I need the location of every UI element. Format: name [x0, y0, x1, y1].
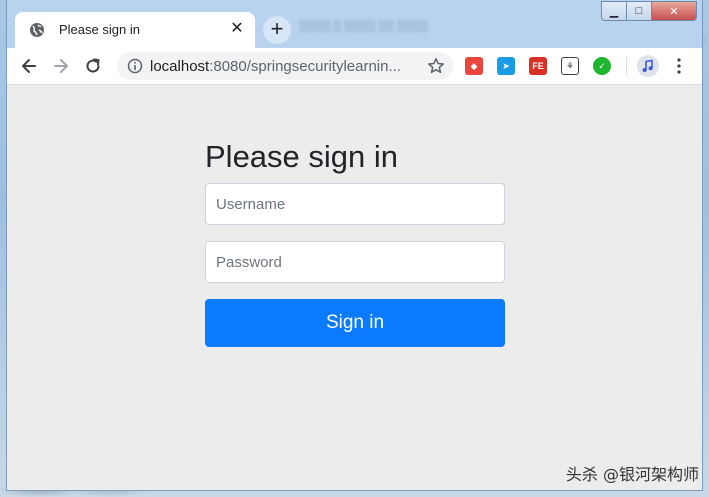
arrow-right-icon [54, 59, 68, 73]
paper-plane-extension-icon[interactable]: ➤ [497, 57, 515, 75]
address-bar[interactable]: localhost:8080/springsecuritylearnin... [117, 52, 453, 80]
username-field[interactable] [205, 183, 505, 225]
tab-please-sign-in[interactable]: Please sign in ✕ [15, 12, 255, 48]
profile-avatar[interactable] [637, 55, 659, 77]
background-window-blur: ▒▒▒▒ ▒ ▒▒▒▒ ▒▒ ▒▒▒▒ [299, 20, 429, 32]
tab-title: Please sign in [59, 22, 140, 37]
url-path: :8080/springsecuritylearnin... [209, 58, 401, 75]
browser-toolbar: localhost:8080/springsecuritylearnin... … [7, 48, 702, 85]
globe-icon [30, 23, 44, 37]
fe-extension-icon[interactable]: FE [529, 57, 547, 75]
info-icon[interactable] [127, 58, 143, 74]
browser-menu-button[interactable] [671, 55, 687, 77]
minimize-button[interactable]: ▁ [601, 1, 627, 21]
forward-button[interactable] [49, 54, 73, 78]
new-tab-button[interactable]: + [263, 16, 291, 44]
kebab-menu-icon [677, 58, 681, 74]
close-window-button[interactable]: ✕ [652, 1, 697, 21]
page-title: Please sign in [205, 139, 399, 174]
star-icon[interactable] [427, 57, 445, 75]
music-note-icon [642, 59, 653, 72]
back-button[interactable] [17, 54, 41, 78]
window-controls: ▁ □ ✕ [601, 1, 699, 21]
check-extension-icon[interactable]: ✓ [593, 57, 611, 75]
puzzle-extension-icon[interactable]: ⚘ [561, 57, 579, 75]
tab-strip: Please sign in ✕ + ▒▒▒▒ ▒ ▒▒▒▒ ▒▒ ▒▒▒▒ ▁… [7, 0, 702, 48]
url-text[interactable]: localhost:8080/springsecuritylearnin... [150, 58, 420, 75]
reload-button[interactable] [81, 54, 105, 78]
tab-close-button[interactable]: ✕ [227, 19, 247, 39]
watermark-text: 头杀 @银河架构师 [565, 465, 699, 484]
url-host: localhost [150, 58, 210, 75]
arrow-left-icon [22, 59, 36, 73]
sign-in-button[interactable]: Sign in [205, 299, 505, 347]
page-content: Please sign in Sign in [7, 85, 702, 490]
browser-window: Please sign in ✕ + ▒▒▒▒ ▒ ▒▒▒▒ ▒▒ ▒▒▒▒ ▁… [7, 0, 702, 490]
login-form: Please sign in Sign in [205, 141, 505, 347]
toolbar-divider [626, 57, 627, 75]
password-field[interactable] [205, 241, 505, 283]
reload-icon [86, 58, 100, 73]
cube-extension-icon[interactable]: ◆ [465, 57, 483, 75]
maximize-button[interactable]: □ [627, 1, 652, 21]
